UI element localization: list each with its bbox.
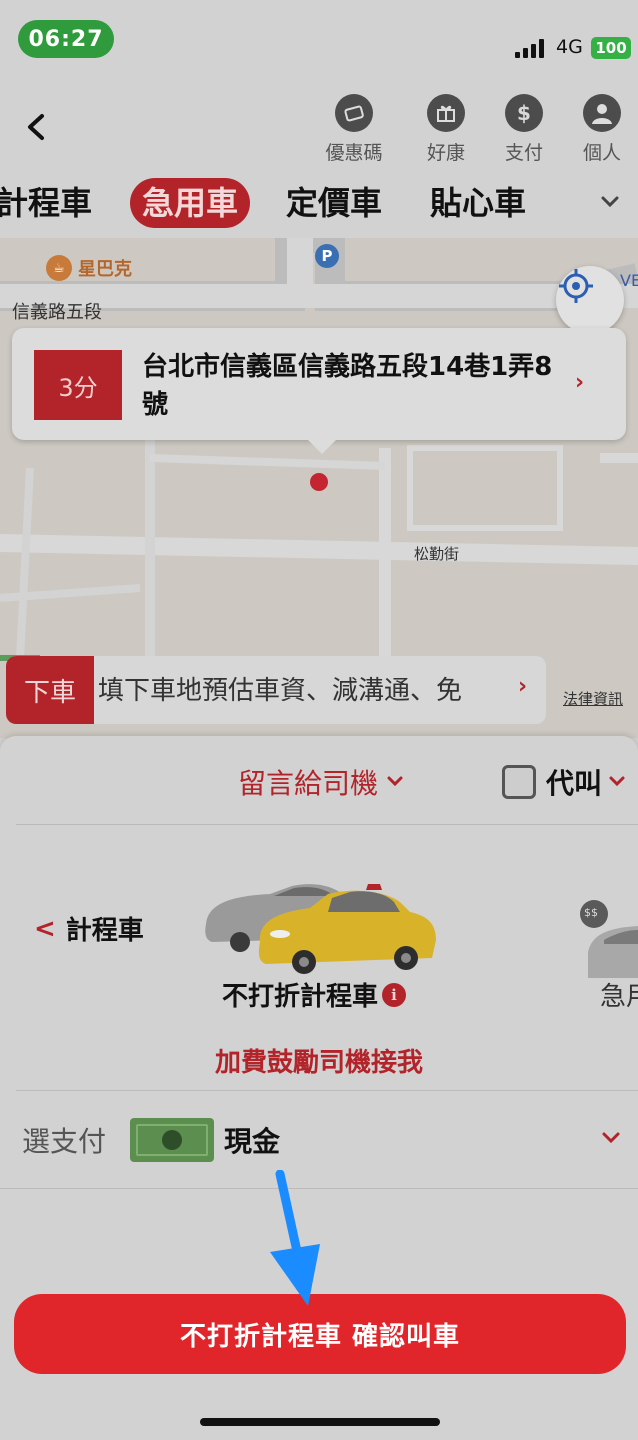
divider [16,1090,638,1091]
next-car-illustration[interactable]: $$ [578,858,638,978]
chevron-down-icon [601,196,619,208]
taxi-car-icon [205,884,436,974]
app-screen: 06:27 4G 100 優惠碼 好康 $ 支付 個人 計程車 急用車 定價車 … [0,0,638,1440]
chevron-right-icon: › [575,370,585,395]
eta-badge: 3分 [34,350,122,420]
proxy-call-checkbox[interactable] [502,765,536,799]
arrow-down-icon [270,1170,320,1306]
info-icon[interactable]: i [382,982,407,1007]
chevron-left-icon: < [34,913,56,944]
road-label-xinyi: 信義路五段 [12,302,102,323]
battery-icon: 100 [591,37,631,59]
coupon-label: 優惠碼 [325,142,383,164]
dollar-icon: $ [505,94,543,132]
next-car-badge: $$ [584,906,598,919]
divider [16,824,638,825]
pickup-address: 台北市信義區信義路五段14巷1弄8號 [142,352,553,420]
selected-car-name[interactable]: 不打折計程車 i [222,976,407,1013]
gift-icon [427,94,465,132]
signal-icon [515,38,547,58]
chevron-down-icon [608,772,626,793]
home-indicator[interactable] [200,1418,440,1426]
tabs-more-button[interactable] [596,188,624,216]
back-icon [28,114,44,140]
previous-car-type-label: 計程車 [65,916,144,946]
coffee-icon: ☕ [46,255,72,281]
legal-info-link[interactable]: 法律資訊 [563,688,623,709]
tab-urgent-car[interactable]: 急用車 [130,178,251,228]
selected-car-name-label: 不打折計程車 [222,982,379,1012]
locate-me-button[interactable] [556,266,624,334]
previous-car-type-button[interactable]: < 計程車 [34,910,144,947]
profile-label: 個人 [582,142,621,164]
poi-starbucks[interactable]: ☕ 星巴克 [46,255,132,281]
status-time: 06:27 [18,20,114,58]
booking-sheet: 留言給司機 代叫 < 計程車 不打折計程車 i $$ 急 加費鼓勵司機接我 選支… [0,736,638,1440]
poi-starbucks-label: 星巴克 [78,259,132,280]
tab-taxi[interactable]: 計程車 [0,178,92,228]
pickup-pin-icon [310,473,328,491]
pickup-address-card[interactable]: 3分 台北市信義區信義路五段14巷1弄8號 › [12,328,626,454]
road-label-songqin: 松勤街 [414,545,460,563]
boost-fare-button[interactable]: 加費鼓勵司機接我 [0,1042,638,1079]
back-button[interactable] [20,110,54,144]
tab-caring-car[interactable]: 貼心車 [430,178,526,228]
proxy-call-label: 代叫 [546,767,603,800]
dropoff-placeholder: 填下車地預估車資、減溝通、免 [98,676,463,706]
network-type: 4G [556,36,583,58]
message-driver-button[interactable]: 留言給司機 [238,762,404,802]
top-header: 優惠碼 好康 $ 支付 個人 [0,80,638,170]
cash-icon [130,1118,214,1162]
profile-icon [583,94,621,132]
payment-label: 支付 [504,142,543,164]
deals-label: 好康 [426,142,465,164]
payment-method-value: 現金 [224,1125,281,1158]
coupon-icon [335,94,373,132]
map-edge-label: VE [620,271,638,290]
tab-fixed-price[interactable]: 定價車 [286,178,382,228]
service-tabs: 計程車 急用車 定價車 貼心車 [0,172,638,234]
payment-method-label: 選支付 [22,1125,107,1158]
dropoff-tag: 下車 [6,656,94,724]
dropoff-input-bar[interactable]: 下車 填下車地預估車資、減溝通、免 › [6,656,546,724]
profile-button[interactable]: 個人 [566,94,638,166]
status-bar: 06:27 4G 100 [0,0,638,80]
chevron-right-icon: › [518,674,528,699]
parking-icon: P [315,244,339,268]
chevron-down-icon [600,1130,622,1146]
chevron-down-icon [386,772,404,793]
payment-button[interactable]: $ 支付 [488,94,560,166]
deals-button[interactable]: 好康 [410,94,482,166]
message-driver-label: 留言給司機 [238,767,379,800]
crosshair-icon [559,269,593,303]
proxy-call-toggle[interactable]: 代叫 [502,762,626,802]
next-car-type-label[interactable]: 急用 [600,976,638,1013]
coupon-button[interactable]: 優惠碼 [318,94,390,166]
selected-car-illustration[interactable] [200,858,440,978]
map-view[interactable]: ☕ 星巴克 P 信義路五段 松勤街 VE 3分 台北市信義區信義路五段14巷1弄… [0,238,638,738]
